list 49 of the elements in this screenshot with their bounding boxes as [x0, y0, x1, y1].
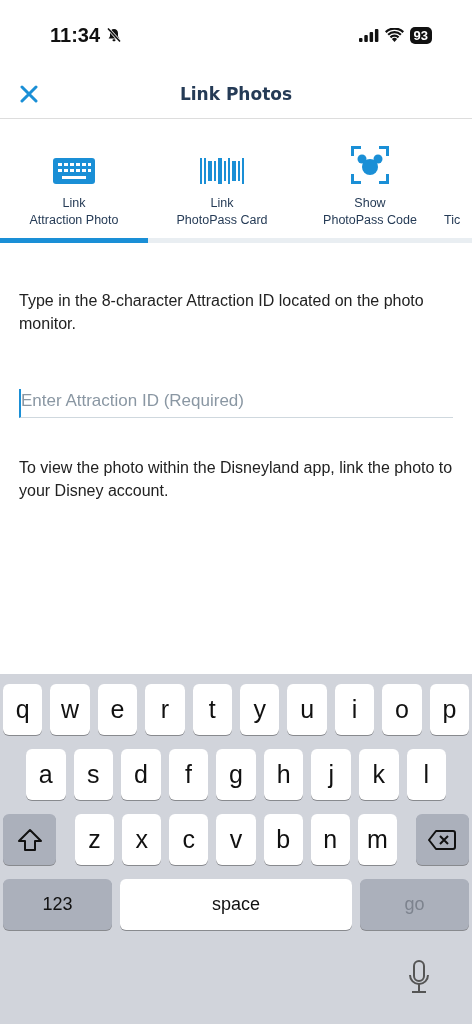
backspace-icon	[428, 829, 457, 850]
microphone-icon[interactable]	[408, 960, 430, 994]
letter-key[interactable]: f	[168, 749, 209, 800]
signal-icon	[358, 28, 379, 42]
letter-key[interactable]: l	[406, 749, 447, 800]
letter-key[interactable]: s	[73, 749, 114, 800]
letter-key[interactable]: w	[50, 684, 90, 735]
attraction-id-field[interactable]: Enter Attraction ID (Required)	[19, 389, 453, 418]
letter-key[interactable]: c	[169, 814, 209, 865]
letter-key[interactable]: b	[263, 814, 303, 865]
letter-key[interactable]: v	[216, 814, 256, 865]
tab[interactable]: Link PhotoPass Card	[148, 119, 296, 243]
letter-key[interactable]: j	[311, 749, 351, 800]
letter-key[interactable]: d	[121, 749, 161, 800]
barcode-icon	[200, 158, 244, 184]
shift-arrow-icon	[16, 827, 43, 852]
mode-key[interactable]: 123	[3, 879, 112, 930]
letter-key[interactable]: p	[429, 684, 470, 735]
tab[interactable]: Show PhotoPass Code	[296, 119, 444, 243]
letter-key[interactable]: k	[358, 749, 399, 800]
letter-key[interactable]: i	[334, 684, 375, 735]
tab[interactable]: Link Attraction Photo	[0, 119, 148, 243]
letter-key[interactable]: u	[287, 684, 327, 735]
battery-level: 93	[409, 26, 432, 44]
delete-key[interactable]	[416, 814, 469, 865]
letter-key[interactable]: g	[216, 749, 256, 800]
letter-key[interactable]: h	[263, 749, 304, 800]
mouse-head-scan-icon	[351, 146, 389, 184]
letter-key[interactable]: a	[26, 749, 66, 800]
shift-key[interactable]	[3, 814, 56, 865]
screen-title: Link Photos	[179, 84, 293, 104]
instruction-text: Type in the 8-character Attraction ID located on the photo monitor.	[19, 291, 425, 334]
letter-key[interactable]: t	[192, 684, 233, 735]
letter-key[interactable]: x	[122, 814, 162, 865]
space-key[interactable]: space	[120, 879, 352, 930]
close-button[interactable]	[20, 85, 38, 103]
letter-key[interactable]: q	[3, 684, 43, 735]
keyboard-icon	[53, 158, 95, 184]
letter-key[interactable]: r	[145, 684, 185, 735]
tab[interactable]: Tic	[444, 119, 472, 243]
letter-key[interactable]: n	[310, 814, 350, 865]
wifi-icon	[384, 28, 404, 42]
letter-key[interactable]: z	[75, 814, 115, 865]
letter-key[interactable]: o	[382, 684, 422, 735]
clock-time: 11:34	[50, 23, 101, 47]
letter-key[interactable]: m	[357, 814, 397, 865]
letter-key[interactable]: y	[240, 684, 280, 735]
info-text: To view the photo within the Disneyland app, link the photo to your Disney account.	[19, 458, 453, 501]
letter-key[interactable]: e	[97, 684, 138, 735]
